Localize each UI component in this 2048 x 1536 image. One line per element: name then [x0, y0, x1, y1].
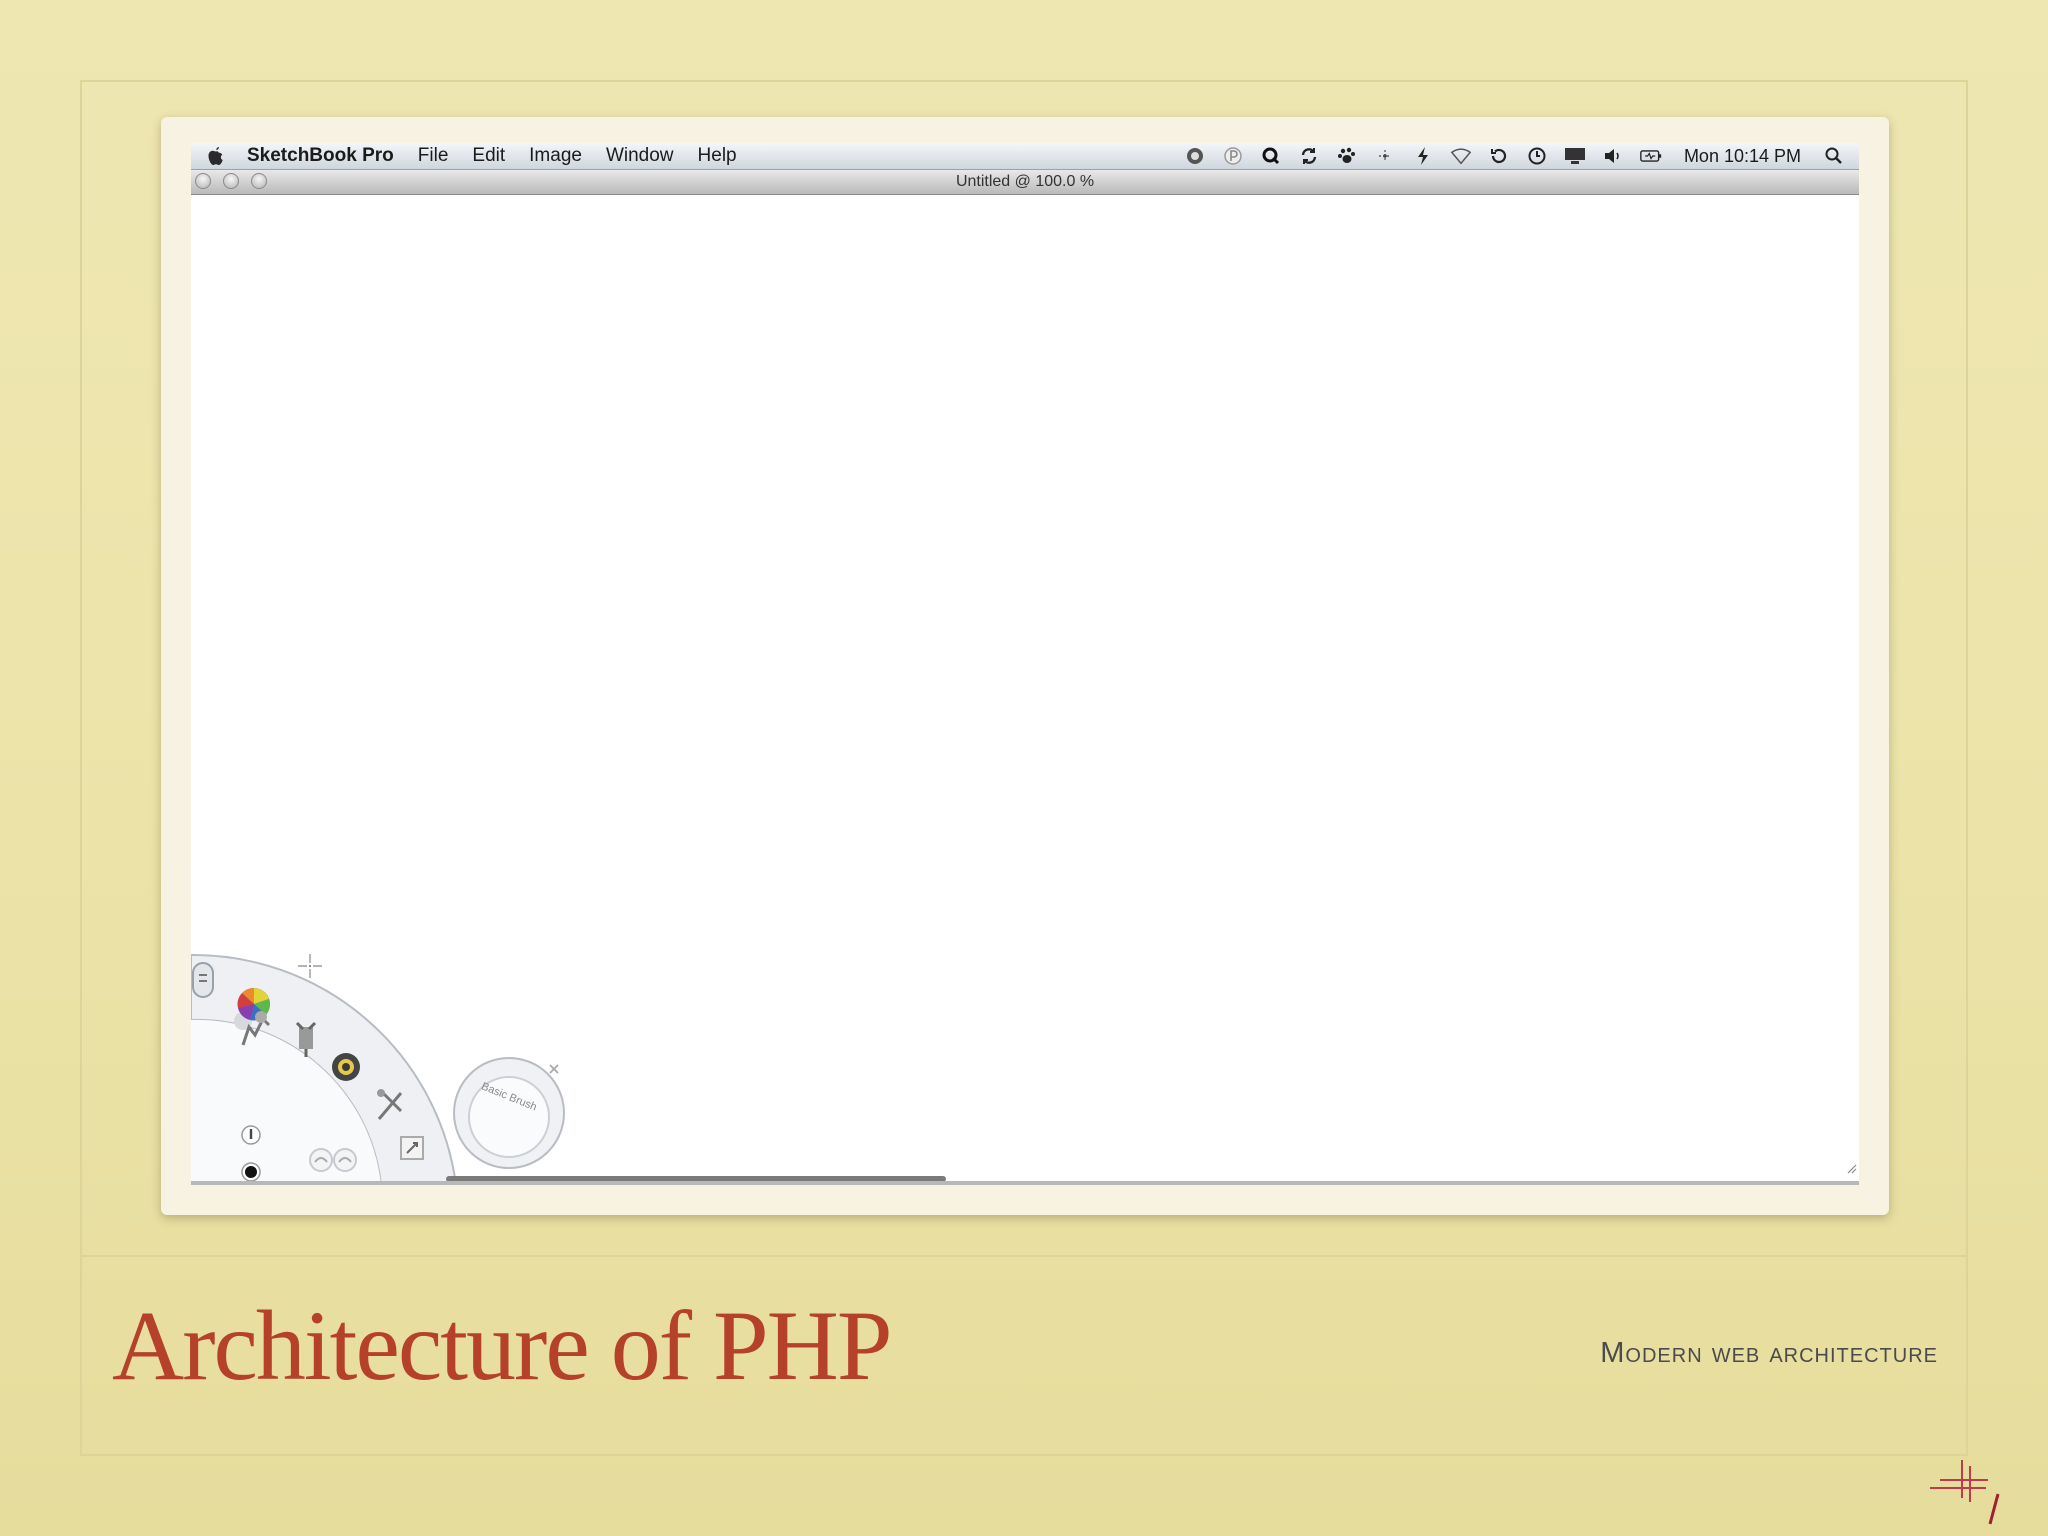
battery-icon[interactable] — [1640, 146, 1662, 166]
paw-svg — [1337, 147, 1355, 163]
expand-tool-icon[interactable] — [397, 1133, 431, 1167]
wifi-svg — [1450, 148, 1472, 165]
quicksilver-icon[interactable] — [1184, 146, 1206, 166]
spotlight-svg — [1825, 147, 1842, 164]
volume-svg — [1604, 149, 1619, 163]
menu-extras: Mon 10:14 PM — [1168, 143, 1845, 169]
window-bottom-edge — [191, 1181, 1859, 1185]
corner-ornament-svg — [1930, 1460, 2000, 1525]
apple-logo-svg — [208, 146, 223, 165]
battery-svg — [1640, 150, 1662, 162]
slide-title: Architecture of PHP — [112, 1290, 892, 1401]
color-editor-icon[interactable] — [327, 1047, 365, 1087]
pathfinder-svg — [1224, 147, 1242, 165]
menu-window[interactable]: Window — [606, 145, 674, 167]
lagoon-tab-icon[interactable] — [191, 961, 227, 1001]
corner-ornament-icon — [1924, 1456, 2004, 1531]
transform-tool-icon[interactable] — [371, 1083, 411, 1127]
layer-tool-icon[interactable] — [289, 1019, 323, 1059]
brush-palette-icon[interactable] — [233, 1007, 277, 1051]
brush-puck-svg — [453, 1057, 565, 1169]
menu-image[interactable]: Image — [529, 145, 582, 167]
quicksilver-svg — [1186, 148, 1203, 164]
sync-icon[interactable] — [1298, 146, 1320, 166]
bolt-svg — [1417, 147, 1428, 165]
move-icon[interactable] — [1374, 146, 1396, 166]
apple-icon[interactable] — [207, 146, 225, 166]
undo-redo-icon[interactable] — [303, 1145, 363, 1175]
brush-puck[interactable]: Basic Brush — [451, 1055, 567, 1176]
slide-subtitle: Modern web architecture — [1600, 1337, 1938, 1369]
window-titlebar[interactable]: Untitled @ 100.0 % — [191, 170, 1859, 195]
display-svg — [1564, 148, 1585, 164]
menubar-clock[interactable]: Mon 10:14 PM — [1684, 146, 1801, 167]
resize-grip-svg — [1847, 1164, 1857, 1174]
clock-icon[interactable] — [1526, 146, 1548, 166]
menu-file[interactable]: File — [418, 145, 449, 167]
window-title: Untitled @ 100.0 % — [955, 173, 1095, 190]
resize-grip-icon[interactable] — [1845, 1161, 1857, 1179]
brush-tool-icon[interactable] — [241, 1125, 261, 1145]
time-machine-svg — [1490, 148, 1507, 164]
time-machine-icon[interactable] — [1488, 146, 1510, 166]
slide-divider — [82, 1255, 1966, 1257]
paw-icon[interactable] — [1336, 146, 1358, 166]
menu-help[interactable]: Help — [698, 145, 737, 167]
move-svg — [1378, 150, 1391, 162]
spotlight-icon[interactable] — [1823, 146, 1845, 166]
pathfinder-icon[interactable] — [1222, 146, 1244, 166]
menu-bar: SketchBook Pro File Edit Image Window He… — [191, 143, 1859, 170]
app-menu[interactable]: SketchBook Pro — [247, 145, 394, 167]
display-icon[interactable] — [1564, 146, 1586, 166]
wifi-icon[interactable] — [1450, 146, 1472, 166]
bolt-icon[interactable] — [1412, 146, 1434, 166]
sync-svg — [1301, 148, 1317, 164]
q-svg — [1262, 147, 1279, 165]
menu-edit[interactable]: Edit — [472, 145, 505, 167]
color-swatch-icon[interactable] — [241, 1162, 261, 1182]
clock-svg — [1528, 147, 1546, 165]
mac-screen: SketchBook Pro File Edit Image Window He… — [191, 143, 1859, 1185]
menu-left: SketchBook Pro File Edit Image Window He… — [207, 143, 761, 169]
volume-icon[interactable] — [1602, 146, 1624, 166]
q-icon[interactable] — [1260, 146, 1282, 166]
